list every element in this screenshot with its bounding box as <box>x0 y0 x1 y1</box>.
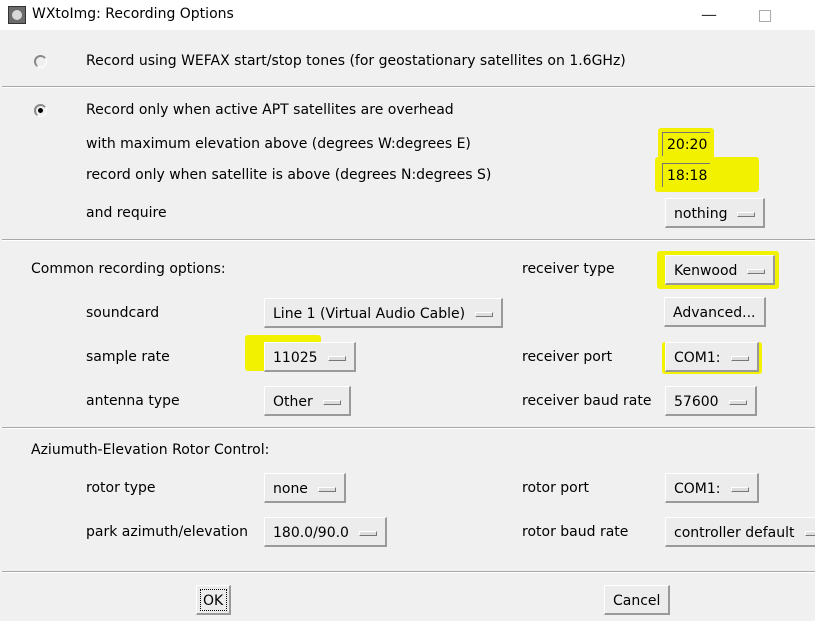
receiver-type-dropdown[interactable]: Kenwood <box>665 255 776 285</box>
maximize-button[interactable] <box>742 0 788 30</box>
dropdown-indicator-icon <box>730 355 749 361</box>
require-dropdown-value: nothing <box>674 206 728 222</box>
require-label: and require <box>86 205 167 221</box>
above-input[interactable]: 18:18 <box>662 163 710 187</box>
cancel-button-label: Cancel <box>613 593 661 609</box>
antenna-type-label: antenna type <box>86 393 180 409</box>
receiver-baud-dropdown[interactable]: 57600 <box>665 386 757 416</box>
maximize-icon <box>759 9 771 22</box>
dropdown-indicator-icon <box>747 268 766 274</box>
rotor-type-value: none <box>273 481 308 497</box>
dropdown-indicator-icon <box>317 486 336 492</box>
sample-rate-value: 11025 <box>273 350 318 366</box>
receiver-baud-value: 57600 <box>674 394 719 410</box>
soundcard-dropdown[interactable]: Line 1 (Virtual Audio Cable) <box>264 298 504 328</box>
window-title: WXtoImg: Recording Options <box>32 6 234 22</box>
ok-button-label: OK <box>203 593 224 609</box>
receiver-baud-label: receiver baud rate <box>522 393 652 409</box>
receiver-port-value: COM1: <box>674 350 721 366</box>
rotor-baud-dropdown[interactable]: controller default <box>665 517 815 547</box>
receiver-port-dropdown[interactable]: COM1: <box>665 342 759 372</box>
receiver-port-label: receiver port <box>522 349 613 365</box>
dropdown-indicator-icon <box>730 486 749 492</box>
receiver-type-value: Kenwood <box>674 263 738 279</box>
dropdown-indicator-icon <box>475 311 494 317</box>
dropdown-indicator-icon <box>327 355 346 361</box>
dropdown-indicator-icon <box>728 399 747 405</box>
dropdown-indicator-icon <box>358 530 377 536</box>
divider <box>2 427 815 429</box>
divider <box>2 239 815 241</box>
dropdown-indicator-icon <box>737 211 756 217</box>
divider <box>2 86 815 88</box>
title-bar[interactable]: WXtoImg: Recording Options — <box>0 0 815 30</box>
antenna-type-dropdown[interactable]: Other <box>264 386 351 416</box>
sample-rate-label: sample rate <box>86 349 170 365</box>
ok-button[interactable]: OK <box>196 585 232 615</box>
rotor-port-label: rotor port <box>522 480 589 496</box>
wefax-radio[interactable] <box>34 55 47 68</box>
park-value: 180.0/90.0 <box>273 525 349 541</box>
rotor-port-dropdown[interactable]: COM1: <box>665 473 759 503</box>
wefax-label: Record using WEFAX start/stop tones (for… <box>86 53 626 69</box>
sample-rate-dropdown[interactable]: 11025 <box>264 342 356 372</box>
rotor-baud-value: controller default <box>674 525 795 541</box>
dropdown-indicator-icon <box>322 399 341 405</box>
park-label: park azimuth/elevation <box>86 524 248 540</box>
park-dropdown[interactable]: 180.0/90.0 <box>264 517 387 547</box>
cancel-button[interactable]: Cancel <box>604 585 671 615</box>
divider <box>2 571 815 573</box>
minimize-button[interactable]: — <box>686 0 732 30</box>
rotor-port-value: COM1: <box>674 481 721 497</box>
receiver-type-label: receiver type <box>522 261 615 277</box>
require-dropdown[interactable]: nothing <box>665 198 766 228</box>
rotor-baud-label: rotor baud rate <box>522 524 629 540</box>
rotor-control-header: Aziumuth-Elevation Rotor Control: <box>31 442 270 458</box>
rotor-type-dropdown[interactable]: none <box>264 473 346 503</box>
max-elevation-input[interactable]: 20:20 <box>662 132 710 156</box>
max-elevation-label: with maximum elevation above (degrees W:… <box>86 136 471 152</box>
soundcard-label: soundcard <box>86 305 160 321</box>
antenna-type-value: Other <box>273 394 313 410</box>
common-options-header: Common recording options: <box>31 261 226 277</box>
advanced-button-label: Advanced... <box>673 305 756 321</box>
advanced-button[interactable]: Advanced... <box>664 297 766 327</box>
apt-label: Record only when active APT satellites a… <box>86 102 454 118</box>
apt-radio[interactable] <box>34 104 47 117</box>
dropdown-indicator-icon <box>804 530 815 536</box>
satellite-dish-icon <box>8 6 26 24</box>
rotor-type-label: rotor type <box>86 480 156 496</box>
above-label: record only when satellite is above (deg… <box>86 167 492 183</box>
soundcard-value: Line 1 (Virtual Audio Cable) <box>273 306 466 322</box>
